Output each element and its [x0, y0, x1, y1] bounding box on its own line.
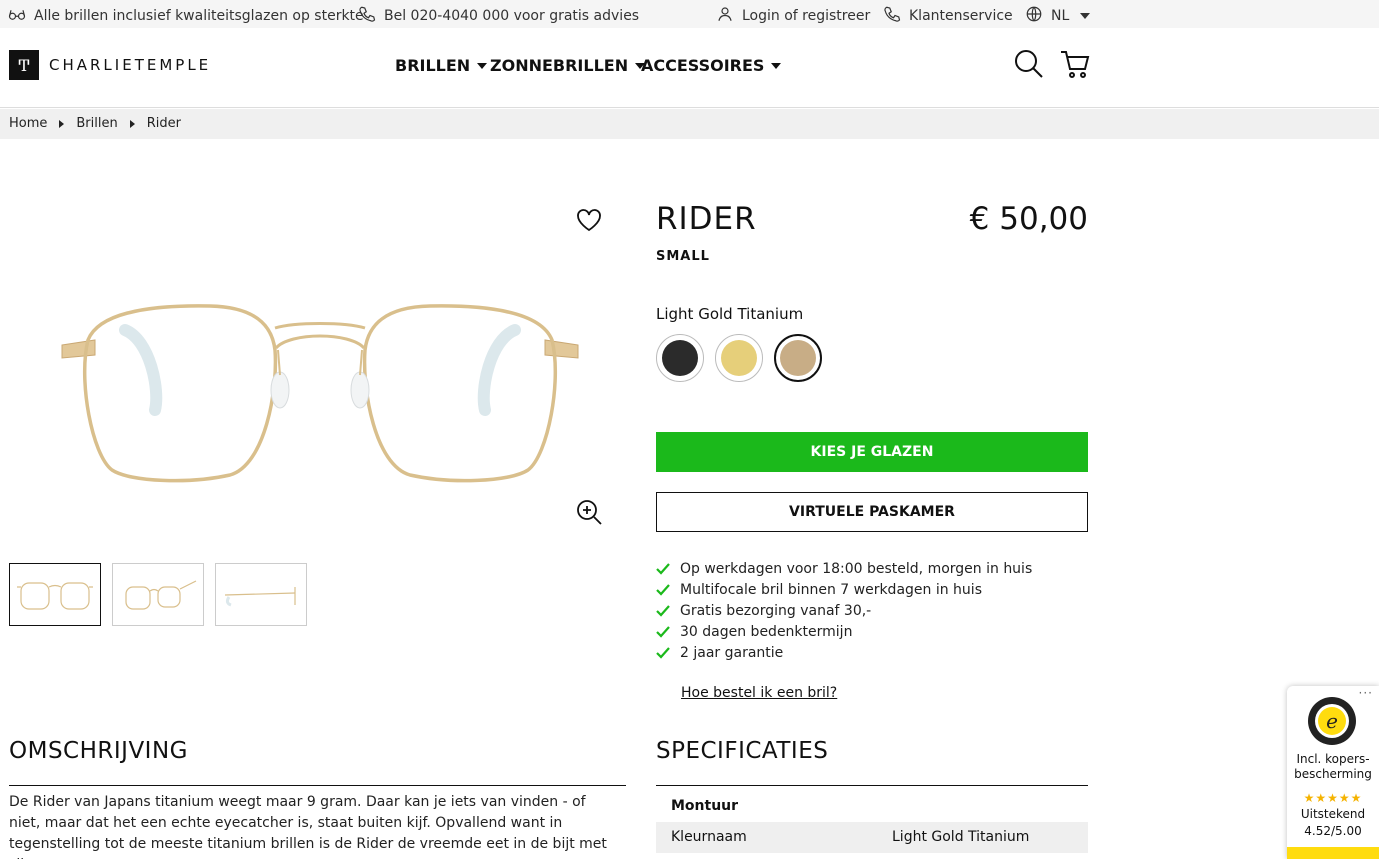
badge-accent-bar: [1287, 847, 1379, 859]
spec-key: Kleurnaam: [671, 829, 747, 845]
swatch-color: [780, 340, 816, 376]
chevron-right-icon: [129, 119, 135, 128]
phone-icon: [358, 5, 376, 27]
swatch-black[interactable]: [656, 334, 704, 382]
usp-text: Multifocale bril binnen 7 werkdagen in h…: [680, 581, 982, 598]
cart-icon[interactable]: [1059, 48, 1091, 80]
list-item: Multifocale bril binnen 7 werkdagen in h…: [656, 579, 1032, 600]
product-price: € 50,00: [969, 201, 1088, 237]
swatch-gold[interactable]: [715, 334, 763, 382]
chevron-right-icon: [59, 119, 65, 128]
breadcrumb-brillen[interactable]: Brillen: [76, 116, 117, 131]
usp-text: 30 dagen bedenktermijn: [680, 623, 853, 640]
product-main-image[interactable]: [40, 270, 600, 500]
swatch-color: [662, 340, 698, 376]
trusted-shops-seal-icon: e: [1307, 696, 1357, 746]
thumbnail-angle[interactable]: [112, 563, 204, 626]
nav-brillen[interactable]: BRILLEN: [395, 56, 488, 75]
swatch-color: [721, 340, 757, 376]
list-item: 30 dagen bedenktermijn: [656, 621, 1032, 642]
phone-text: Bel 020-4040 000 voor gratis advies: [384, 8, 640, 24]
rating-value: 4.52/5.00: [1304, 824, 1362, 838]
phone-item[interactable]: Bel 020-4040 000 voor gratis advies: [358, 5, 639, 27]
logo-text: CHARLIETEMPLE: [49, 56, 212, 74]
nav-zonnebrillen[interactable]: ZONNEBRILLEN: [490, 56, 646, 75]
login-link[interactable]: Login of registreer: [716, 5, 870, 27]
check-icon: [656, 646, 670, 659]
nav-label: BRILLEN: [395, 56, 471, 75]
chevron-down-icon: [771, 62, 782, 69]
customer-service-link[interactable]: Klantenservice: [883, 5, 1013, 27]
rating-stars: ★★★★★: [1303, 791, 1363, 805]
svg-text:e: e: [1326, 709, 1338, 733]
chevron-down-icon: [477, 62, 488, 69]
promo-text: Alle brillen inclusief kwaliteitsglazen …: [34, 8, 364, 24]
top-info-bar: Alle brillen inclusief kwaliteitsglazen …: [0, 0, 1379, 28]
buyer-protection-text: Incl. kopers-bescherming: [1294, 752, 1372, 781]
logo-mark: Ͳ: [9, 50, 39, 80]
check-icon: [656, 562, 670, 575]
usp-text: 2 jaar garantie: [680, 644, 784, 661]
user-icon: [716, 5, 734, 27]
check-icon: [656, 625, 670, 638]
list-item: Op werkdagen voor 18:00 besteld, morgen …: [656, 558, 1032, 579]
color-name: Light Gold Titanium: [656, 305, 804, 323]
more-icon[interactable]: ···: [1359, 686, 1373, 700]
breadcrumb: Home Brillen Rider: [0, 109, 1379, 139]
zoom-in-icon[interactable]: [575, 498, 603, 526]
promo-item: Alle brillen inclusief kwaliteitsglazen …: [8, 5, 364, 27]
breadcrumb-current: Rider: [146, 116, 181, 131]
virtual-fitting-button[interactable]: VIRTUELE PASKAMER: [656, 492, 1088, 532]
heart-icon[interactable]: [575, 206, 603, 234]
nav-label: ACCESSOIRES: [641, 56, 765, 75]
globe-icon: [1025, 5, 1043, 27]
usp-text: Op werkdagen voor 18:00 besteld, morgen …: [680, 560, 1033, 577]
list-item: 2 jaar garantie: [656, 642, 1032, 663]
swatch-light-gold[interactable]: [774, 334, 822, 382]
breadcrumb-home[interactable]: Home: [9, 116, 47, 131]
product-title: RIDER: [656, 201, 757, 237]
search-icon[interactable]: [1013, 48, 1045, 80]
how-to-order-link[interactable]: Hoe bestel ik een bril?: [681, 685, 837, 701]
list-item: Gratis bezorging vanaf 30,-: [656, 600, 1032, 621]
table-row: Kleurnaam Light Gold Titanium: [656, 822, 1088, 853]
divider: [656, 785, 1088, 786]
nav-accessoires[interactable]: ACCESSOIRES: [641, 56, 782, 75]
spec-value: Light Gold Titanium: [892, 829, 1030, 845]
check-icon: [656, 604, 670, 617]
nav-label: ZONNEBRILLEN: [490, 56, 629, 75]
login-text: Login of registreer: [742, 8, 871, 24]
chevron-down-icon: [1080, 13, 1091, 19]
choose-lenses-button[interactable]: KIES JE GLAZEN: [656, 432, 1088, 472]
customer-service-text: Klantenservice: [909, 8, 1013, 24]
thumbnail-side[interactable]: [215, 563, 307, 626]
spec-group-label: Montuur: [671, 798, 739, 814]
trusted-shops-badge[interactable]: ··· e Incl. kopers-bescherming ★★★★★ Uit…: [1287, 686, 1379, 859]
rating-label: Uitstekend: [1300, 807, 1366, 821]
phone-icon: [883, 5, 901, 27]
language-text: NL: [1051, 8, 1070, 24]
glasses-icon: [8, 5, 26, 27]
divider: [9, 785, 626, 786]
language-selector[interactable]: NL: [1025, 5, 1091, 27]
usp-text: Gratis bezorging vanaf 30,-: [680, 602, 872, 619]
usp-list: Op werkdagen voor 18:00 besteld, morgen …: [656, 558, 1032, 663]
check-icon: [656, 583, 670, 596]
product-size: SMALL: [656, 249, 710, 264]
description-title: OMSCHRIJVING: [9, 738, 188, 764]
description-text: De Rider van Japans titanium weegt maar …: [9, 794, 607, 859]
logo[interactable]: Ͳ CHARLIETEMPLE: [9, 50, 211, 80]
specifications-title: SPECIFICATIES: [656, 738, 829, 764]
thumbnail-front[interactable]: [9, 563, 101, 626]
site-header: Ͳ CHARLIETEMPLE BRILLEN ZONNEBRILLEN ACC…: [0, 28, 1379, 108]
